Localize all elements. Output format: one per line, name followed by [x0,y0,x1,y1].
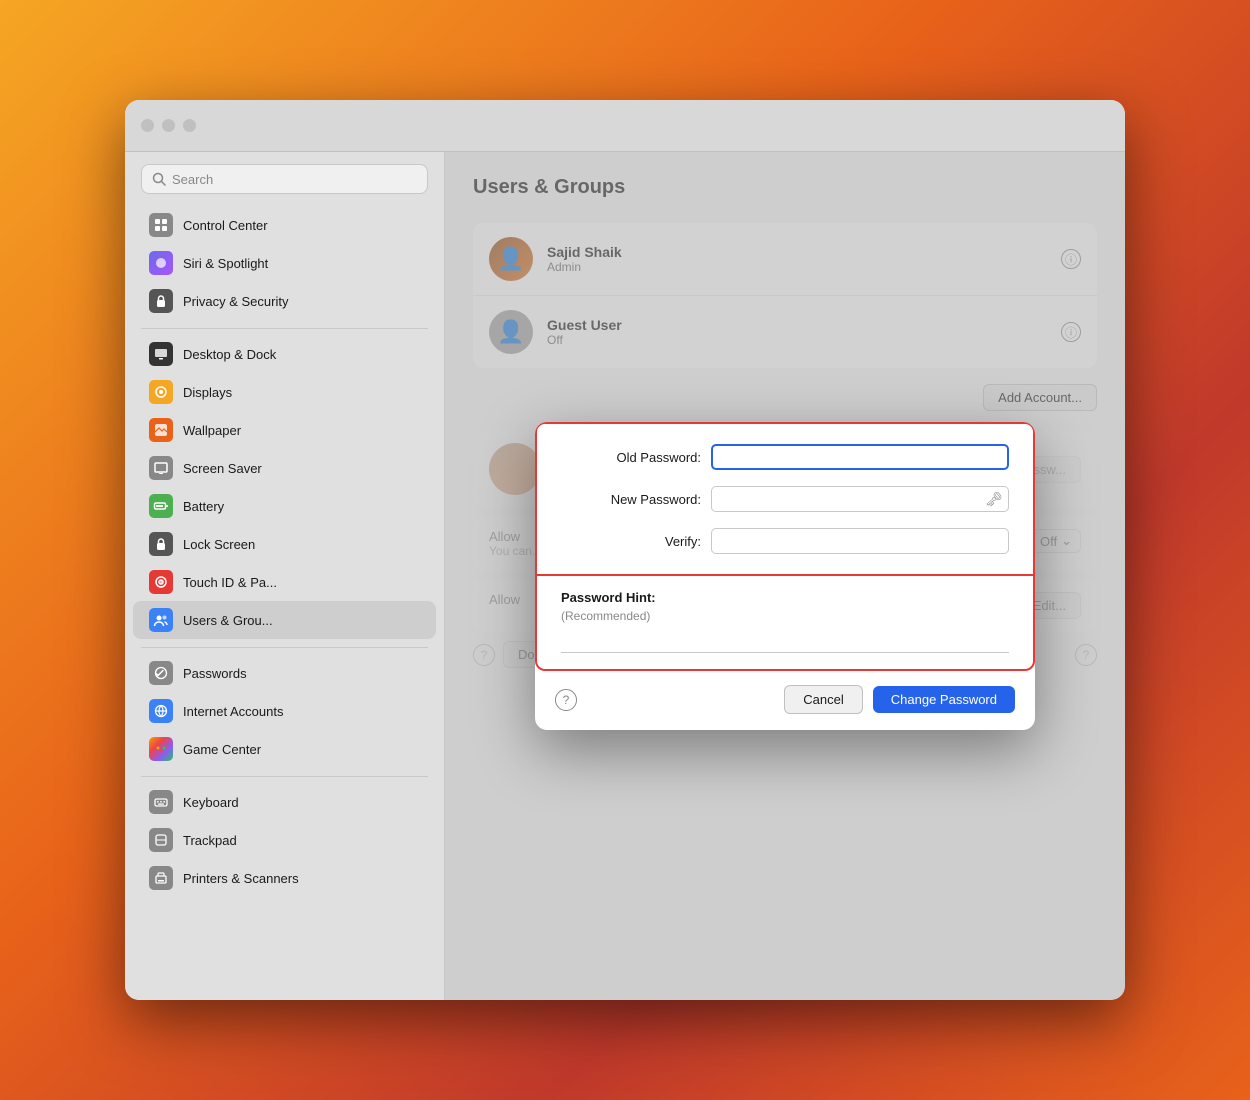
divider-1 [141,328,428,329]
old-password-row: Old Password: [561,444,1009,470]
control-center-icon [149,213,173,237]
sidebar-item-label-passwords: Passwords [183,666,247,681]
touchid-icon [149,570,173,594]
new-password-label: New Password: [561,492,701,507]
password-hint-label: Password Hint: [561,590,1009,605]
sidebar-item-printers[interactable]: Printers & Scanners [133,859,436,897]
new-password-wrapper: 🗝 [711,486,1009,512]
sidebar-item-privacy[interactable]: Privacy & Security [133,282,436,320]
sidebar-item-label-displays: Displays [183,385,232,400]
passwords-icon [149,661,173,685]
divider-2 [141,647,428,648]
sidebar-item-label-screensaver: Screen Saver [183,461,262,476]
users-icon [149,608,173,632]
sidebar-item-control-center[interactable]: Control Center [133,206,436,244]
sidebar-item-label-gamecenter: Game Center [183,742,261,757]
verify-label: Verify: [561,534,701,549]
desktop-icon [149,342,173,366]
printers-icon [149,866,173,890]
sidebar-item-trackpad[interactable]: Trackpad [133,821,436,859]
sidebar-item-label-lockscreen: Lock Screen [183,537,255,552]
cancel-button[interactable]: Cancel [784,685,862,714]
internet-icon [149,699,173,723]
sidebar-item-gamecenter[interactable]: Game Center [133,730,436,768]
sidebar-group-4: Keyboard Trackpad Printers & Scanners [125,783,444,897]
sidebar-item-keyboard[interactable]: Keyboard [133,783,436,821]
sidebar-item-label-touchid: Touch ID & Pa... [183,575,277,590]
sidebar-item-internet[interactable]: Internet Accounts [133,692,436,730]
sidebar-item-touchid[interactable]: Touch ID & Pa... [133,563,436,601]
new-password-row: New Password: 🗝 [561,486,1009,512]
sidebar-item-label-keyboard: Keyboard [183,795,239,810]
old-password-input[interactable] [711,444,1009,470]
lockscreen-icon [149,532,173,556]
old-password-label: Old Password: [561,450,701,465]
sidebar-group-2: Desktop & Dock Displays Wallpaper [125,335,444,639]
battery-icon [149,494,173,518]
maximize-button[interactable] [183,119,196,132]
close-button[interactable] [141,119,154,132]
sidebar-item-passwords[interactable]: Passwords [133,654,436,692]
new-password-input[interactable] [711,486,1009,512]
sidebar-item-label-wallpaper: Wallpaper [183,423,241,438]
minimize-button[interactable] [162,119,175,132]
sidebar-item-users[interactable]: Users & Grou... [133,601,436,639]
hint-input[interactable] [561,629,1009,653]
sidebar-item-label-control-center: Control Center [183,218,268,233]
sidebar-group-1: Control Center Siri & Spotlight Privacy … [125,206,444,320]
main-window: Search Control Center Siri & Spotlight [125,100,1125,1000]
recommended-label: (Recommended) [561,609,1009,623]
verify-input[interactable] [711,528,1009,554]
sidebar-item-label-desktop: Desktop & Dock [183,347,276,362]
sidebar-item-lockscreen[interactable]: Lock Screen [133,525,436,563]
sidebar: Search Control Center Siri & Spotlight [125,152,445,1000]
search-box[interactable]: Search [141,164,428,194]
displays-icon [149,380,173,404]
sidebar-item-siri[interactable]: Siri & Spotlight [133,244,436,282]
sidebar-item-label-printers: Printers & Scanners [183,871,299,886]
privacy-icon [149,289,173,313]
sidebar-item-label-siri: Siri & Spotlight [183,256,268,271]
sidebar-item-label-privacy: Privacy & Security [183,294,288,309]
sidebar-item-wallpaper[interactable]: Wallpaper [133,411,436,449]
wallpaper-icon [149,418,173,442]
sidebar-item-label-internet: Internet Accounts [183,704,283,719]
verify-row: Verify: [561,528,1009,554]
main-content: Users & Groups 👤 Sajid Shaik Admin ⓘ 👤 [445,152,1125,1000]
modal-actions: ? Cancel Change Password [535,671,1035,730]
modal-help-button[interactable]: ? [555,689,577,711]
divider-3 [141,776,428,777]
traffic-lights [141,119,196,132]
sidebar-item-displays[interactable]: Displays [133,373,436,411]
sidebar-item-label-users: Users & Grou... [183,613,273,628]
sidebar-item-battery[interactable]: Battery [133,487,436,525]
sidebar-item-screensaver[interactable]: Screen Saver [133,449,436,487]
search-icon [152,172,166,186]
trackpad-icon [149,828,173,852]
change-password-button[interactable]: Change Password [873,686,1015,713]
screensaver-icon [149,456,173,480]
change-password-modal: Old Password: New Password: 🗝 [535,422,1035,730]
key-icon[interactable]: 🗝 [985,491,1003,508]
sidebar-item-label-trackpad: Trackpad [183,833,237,848]
sidebar-item-desktop[interactable]: Desktop & Dock [133,335,436,373]
titlebar [125,100,1125,152]
keyboard-icon [149,790,173,814]
modal-top-section: Old Password: New Password: 🗝 [535,422,1035,576]
modal-overlay: Old Password: New Password: 🗝 [445,152,1125,1000]
sidebar-item-label-battery: Battery [183,499,224,514]
gamecenter-icon [149,737,173,761]
sidebar-group-3: Passwords Internet Accounts Game Center [125,654,444,768]
search-container: Search [125,164,444,206]
search-placeholder: Search [172,172,213,187]
modal-bottom-section: Password Hint: (Recommended) [535,576,1035,671]
siri-icon [149,251,173,275]
window-body: Search Control Center Siri & Spotlight [125,152,1125,1000]
